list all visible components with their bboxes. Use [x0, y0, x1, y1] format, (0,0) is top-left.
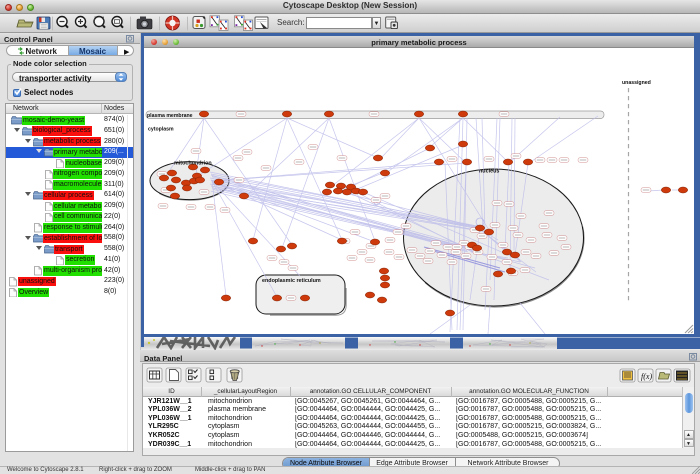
svg-text:unassigned: unassigned — [622, 80, 651, 86]
svg-text:mitochondrion: mitochondrion — [174, 161, 212, 167]
svg-text:plasma membrane: plasma membrane — [147, 113, 193, 119]
svg-text:cytoplasm: cytoplasm — [148, 127, 174, 133]
svg-text:endoplasmic reticulum: endoplasmic reticulum — [262, 278, 321, 284]
svg-text:nucleus: nucleus — [479, 169, 499, 175]
svg-text:f(x): f(x) — [641, 372, 652, 381]
